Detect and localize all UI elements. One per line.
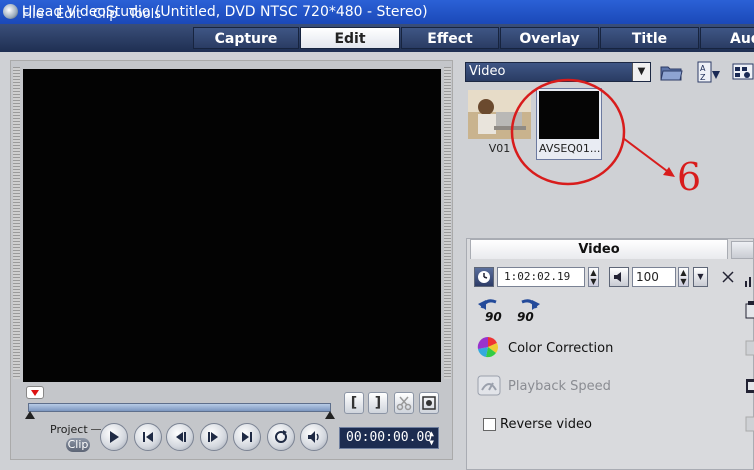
scrubber-handle[interactable] — [26, 386, 44, 399]
speedometer-icon — [477, 375, 501, 396]
window-title: Ulead VideoStudio (Untitled, DVD NTSC 72… — [22, 4, 428, 20]
tab-edit[interactable]: Edit — [300, 27, 400, 49]
clock-icon — [478, 271, 490, 283]
split-by-scene-icon[interactable] — [744, 376, 754, 400]
play-button[interactable] — [100, 423, 128, 451]
tab-video-options[interactable]: Video — [470, 239, 728, 259]
annotation-arrow-line — [622, 137, 672, 175]
skip-to-end-icon — [242, 432, 252, 442]
tab-capture[interactable]: Capture — [193, 27, 299, 49]
color-wheel-icon — [477, 336, 498, 358]
fade-in-button[interactable] — [720, 269, 736, 289]
clip-volume-field[interactable]: 100 — [632, 267, 676, 287]
next-frame-icon — [208, 432, 218, 442]
enlarge-preview-button[interactable] — [419, 392, 439, 414]
trim-end-handle[interactable] — [325, 411, 335, 419]
tab-title[interactable]: Title — [600, 27, 699, 49]
menu-file[interactable]: File — [22, 7, 44, 22]
level-bars-icon — [745, 277, 751, 287]
tab-overlay[interactable]: Overlay — [500, 27, 599, 49]
repeat-icon — [275, 430, 287, 443]
end-button[interactable] — [233, 423, 261, 451]
left-grip — [13, 67, 20, 379]
menu-clip[interactable]: Clip — [93, 7, 118, 22]
duration-button[interactable] — [474, 267, 494, 287]
playback-speed-button[interactable] — [477, 375, 501, 401]
mode-clip-toggle[interactable]: Clip — [66, 438, 90, 452]
mark-in-button[interactable]: [ — [344, 392, 364, 414]
split-clip-button[interactable] — [394, 392, 414, 414]
home-button[interactable] — [134, 423, 162, 451]
right-grip — [444, 67, 451, 379]
volume-dropdown[interactable]: ▼ — [693, 267, 708, 287]
tab-effect[interactable]: Effect — [401, 27, 499, 49]
annotation-circle — [510, 78, 626, 186]
speaker-icon — [614, 272, 621, 282]
split-audio-icon[interactable] — [744, 338, 754, 362]
menu-tools[interactable]: Tools — [129, 7, 161, 22]
speaker-icon — [308, 431, 319, 443]
reverse-video-checkbox[interactable] — [483, 418, 496, 431]
multi-trim-icon[interactable] — [744, 414, 754, 438]
library-category-value: Video — [469, 64, 506, 79]
rotate-left-label: 90 — [485, 310, 502, 324]
mode-project-label[interactable]: Project — [50, 423, 88, 436]
mode-connector — [91, 429, 101, 430]
app-icon — [3, 4, 18, 19]
duration-field[interactable]: 1:02:02.19 — [497, 267, 585, 287]
play-icon — [110, 431, 119, 443]
timecode-value: 00:00:00.00 — [346, 430, 433, 445]
mute-button[interactable] — [609, 267, 629, 287]
skip-to-start-icon — [143, 432, 153, 442]
annotation-number: 6 — [677, 155, 702, 199]
previous-frame-button[interactable] — [166, 423, 194, 451]
duration-spinner[interactable]: ▲ ▼ — [588, 267, 599, 287]
repeat-button[interactable] — [267, 423, 295, 451]
volume-spinner[interactable]: ▲ ▼ — [678, 267, 689, 287]
save-snapshot-icon[interactable] — [744, 300, 754, 324]
color-correction-label[interactable]: Color Correction — [508, 341, 613, 356]
fade-in-icon — [722, 271, 734, 283]
scrubber-track[interactable] — [28, 403, 331, 412]
trim-start-handle[interactable] — [25, 411, 35, 419]
reverse-video-label[interactable]: Reverse video — [500, 417, 592, 432]
fade-out-button[interactable] — [744, 272, 754, 291]
library-manager-button[interactable] — [732, 61, 754, 87]
menu-edit[interactable]: Edit — [56, 7, 81, 22]
tab-audio[interactable]: Audio — [700, 27, 754, 49]
tab-attribute-options[interactable] — [731, 241, 754, 259]
timecode-display[interactable]: 00:00:00.00 ▲ ▼ — [339, 427, 439, 449]
previous-frame-icon — [176, 432, 186, 442]
fullscreen-icon — [422, 396, 436, 410]
mark-out-button[interactable]: ] — [368, 392, 388, 414]
color-correction-button[interactable] — [477, 336, 499, 362]
scissors-icon — [396, 396, 412, 411]
playback-speed-label[interactable]: Playback Speed — [508, 379, 611, 394]
rotate-right-label: 90 — [517, 310, 534, 324]
next-frame-button[interactable] — [200, 423, 228, 451]
preview-screen — [23, 69, 441, 382]
system-volume-button[interactable] — [300, 423, 328, 451]
timecode-spinner[interactable]: ▲ ▼ — [426, 429, 437, 447]
library-options-icon — [732, 63, 754, 80]
svg-text:A: A — [700, 64, 706, 73]
